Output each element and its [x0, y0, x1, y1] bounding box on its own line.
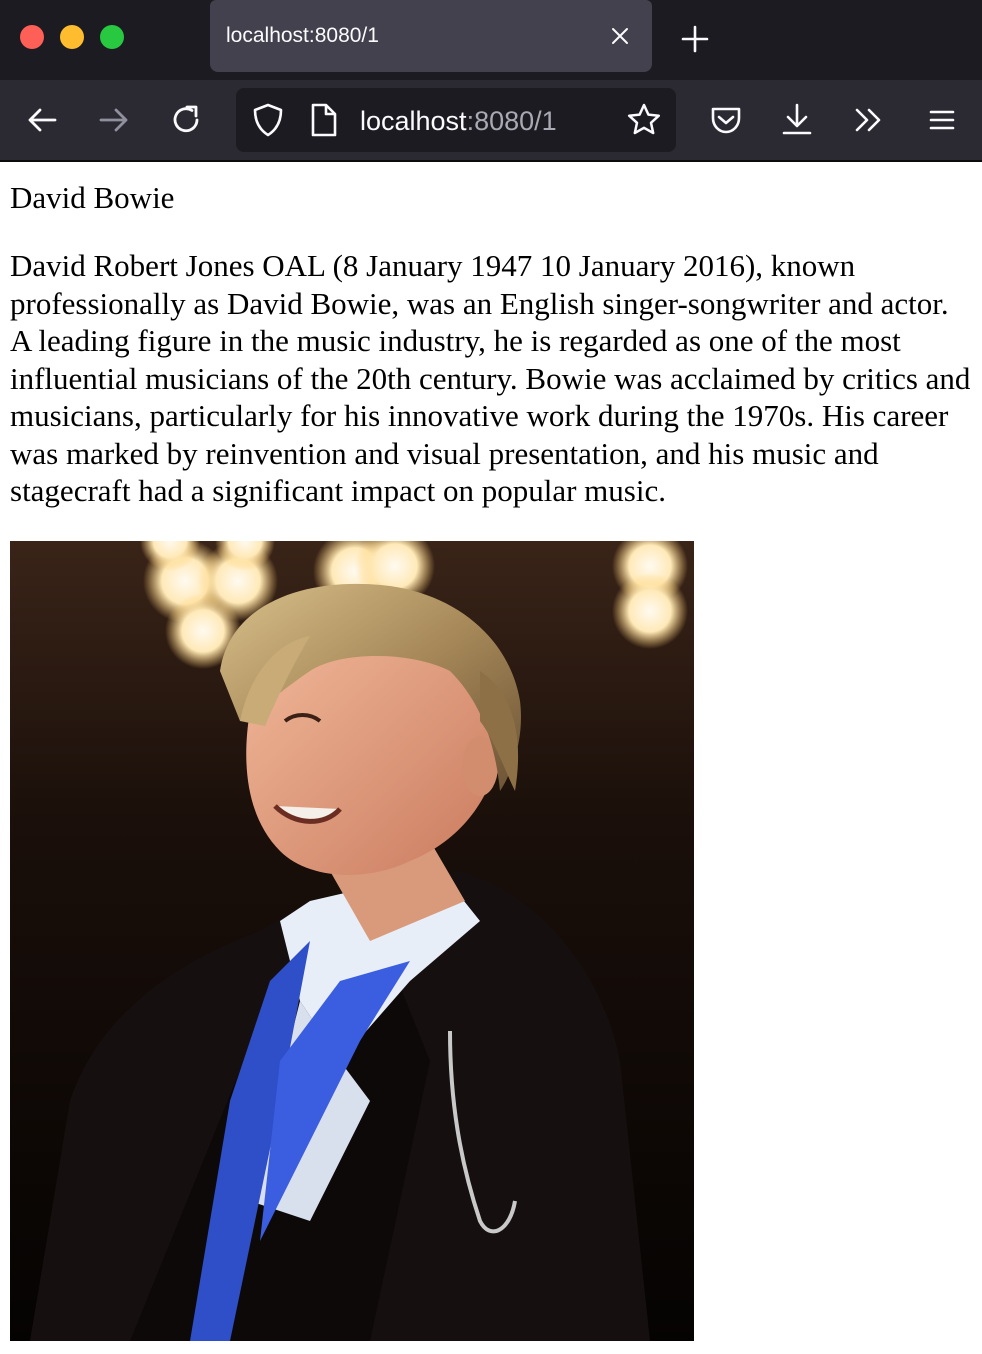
reload-icon[interactable]: [168, 102, 204, 138]
hamburger-menu-icon[interactable]: [924, 102, 960, 138]
tab-title: localhost:8080/1: [226, 24, 379, 47]
tab-bar: localhost:8080/1: [0, 0, 982, 80]
zoom-window-button[interactable]: [100, 25, 124, 49]
url-bar[interactable]: localhost:8080/1: [236, 88, 676, 152]
browser-chrome: localhost:8080/1 localhost:8080/1: [0, 0, 982, 162]
close-window-button[interactable]: [20, 25, 44, 49]
close-icon[interactable]: [608, 24, 632, 48]
pocket-icon[interactable]: [708, 102, 744, 138]
bio-paragraph: David Robert Jones OAL (8 January 1947 1…: [10, 248, 971, 508]
page-icon[interactable]: [308, 102, 340, 138]
page-content: David Bowie David Robert Jones OAL (8 Ja…: [10, 162, 972, 510]
tab-active[interactable]: localhost:8080/1: [210, 0, 652, 72]
url-host: localhost: [360, 106, 467, 136]
portrait-photo: [10, 541, 694, 1341]
star-icon[interactable]: [626, 102, 662, 138]
url-port-path: :8080/1: [466, 106, 557, 136]
chevrons-right-icon[interactable]: [851, 102, 887, 138]
download-icon[interactable]: [779, 102, 815, 138]
page-title: David Bowie: [10, 180, 175, 215]
forward-arrow-icon[interactable]: [96, 102, 132, 138]
navigation-toolbar: localhost:8080/1: [0, 80, 982, 160]
plus-icon[interactable]: [680, 24, 710, 54]
shield-icon[interactable]: [250, 102, 286, 138]
back-arrow-icon[interactable]: [24, 102, 60, 138]
minimize-window-button[interactable]: [60, 25, 84, 49]
url-text[interactable]: localhost:8080/1: [360, 106, 557, 137]
